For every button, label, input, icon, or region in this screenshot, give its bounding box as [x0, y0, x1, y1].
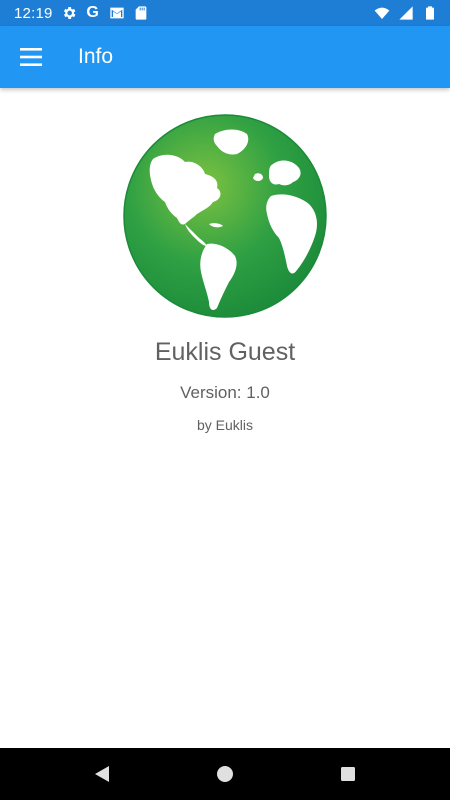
sd-card-icon — [133, 5, 149, 21]
app-author: by Euklis — [196, 417, 254, 433]
back-triangle-icon[interactable] — [82, 754, 122, 794]
hamburger-menu-icon[interactable] — [0, 26, 62, 88]
app-version: Version: 1.0 — [180, 383, 270, 402]
green-globe-icon — [123, 114, 327, 318]
screen: 12:19 G Info Euklis Guest Version: 1.0 b… — [0, 0, 450, 800]
google-g-icon: G — [86, 4, 99, 21]
system-nav-bar — [0, 748, 450, 800]
page-title: Info — [78, 45, 114, 68]
status-right — [374, 5, 438, 21]
status-bar: 12:19 G — [0, 0, 450, 26]
about-content: Euklis Guest Version: 1.0 by Euklis — [0, 88, 450, 748]
app-name: Euklis Guest — [154, 338, 296, 366]
status-time: 12:19 — [14, 4, 53, 22]
cell-signal-icon — [398, 5, 414, 21]
gear-icon — [61, 5, 77, 21]
wifi-icon — [374, 5, 390, 21]
battery-icon — [422, 5, 438, 21]
recents-square-icon[interactable] — [328, 754, 368, 794]
gmail-icon — [109, 5, 125, 21]
app-bar: Info — [0, 26, 450, 88]
home-circle-icon[interactable] — [205, 754, 245, 794]
status-left: 12:19 G — [14, 5, 149, 22]
